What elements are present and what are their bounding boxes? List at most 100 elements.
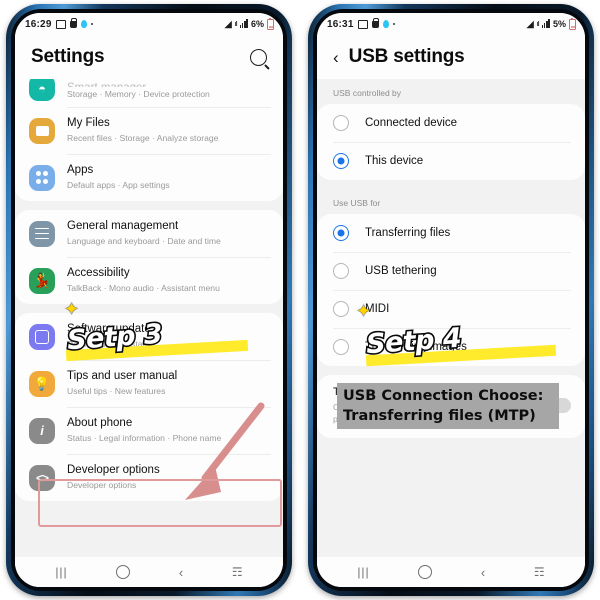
list-item-subtitle: Recent files · Storage · Analyze storage — [67, 133, 219, 143]
battery-percent-label: 5% — [552, 19, 566, 29]
list-item-text: My Files Recent files · Storage · Analyz… — [67, 116, 218, 145]
signal-bars-icon — [541, 19, 550, 28]
list-item-text: Accessibility TalkBack · Mono audio · As… — [67, 266, 220, 295]
home-icon[interactable] — [116, 565, 131, 579]
navigation-bar-left: ||| ‹ ☶ — [15, 557, 283, 587]
radio-label: Transferring files — [365, 227, 451, 239]
gallery-icon — [357, 19, 368, 29]
radio-label: This device — [365, 155, 424, 167]
developer-options-highlight-box — [38, 479, 282, 527]
back-icon[interactable]: ‹ — [481, 565, 485, 580]
status-time: 16:29 — [25, 18, 52, 30]
page-title: Settings — [31, 46, 105, 67]
water-drop-icon — [382, 20, 389, 28]
dot-icon — [392, 22, 396, 26]
signal-bars-icon — [239, 19, 248, 28]
radio-option-transferring-files[interactable]: Transferring files — [317, 214, 585, 252]
home-icon[interactable] — [418, 565, 433, 579]
search-icon[interactable] — [250, 48, 267, 66]
status-right-group: ◢ ıl 5% — [526, 17, 576, 30]
recents-icon[interactable]: ||| — [55, 565, 67, 579]
battery-percent-label: 6% — [250, 19, 264, 29]
smart-manager-icon: ◓ — [29, 79, 55, 101]
list-item-subtitle: Storage · Memory · Device protection — [67, 89, 210, 99]
navigation-bar-right: ||| ‹ ☶ — [317, 557, 585, 587]
list-item-general-management[interactable]: General management Language and keyboard… — [15, 210, 283, 257]
sliders-icon — [29, 220, 55, 247]
right-phone-screen: 16:31 ◢ ıl 5% ‹ USB settings USB control… — [317, 13, 585, 587]
list-item-text: Apps Default apps · App settings — [67, 163, 170, 192]
wifi-icon: ◢ — [526, 18, 534, 29]
list-item-subtitle: Default apps · App settings — [67, 180, 170, 190]
radio-icon[interactable] — [333, 301, 349, 317]
list-item-title: Accessibility — [67, 267, 130, 279]
radio-label: Connected device — [365, 117, 458, 129]
info-icon: i — [29, 417, 55, 444]
appbar-title-group: ‹ USB settings — [333, 46, 465, 68]
folder-icon — [29, 117, 55, 144]
status-left-group: 16:31 — [327, 18, 396, 30]
sim-icon: ıl — [536, 20, 540, 28]
list-item-title: Smart manager — [67, 81, 210, 87]
radio-icon-selected[interactable] — [333, 225, 349, 241]
settings-card-1: ◓ Smart manager Storage · Memory · Devic… — [15, 79, 283, 201]
list-item-title: General management — [67, 220, 179, 232]
right-phone: 16:31 ◢ ıl 5% ‹ USB settings USB control… — [308, 4, 594, 596]
page-title: USB settings — [348, 46, 465, 67]
status-bar-right: 16:31 ◢ ıl 5% — [317, 13, 585, 35]
list-item-title: Tips and user manual — [67, 370, 178, 382]
section-label-usb-controlled-by: USB controlled by — [317, 79, 585, 104]
accessibility-icon[interactable]: ☶ — [534, 565, 545, 579]
software-update-icon — [29, 323, 55, 350]
usb-settings-appbar: ‹ USB settings — [317, 35, 585, 79]
back-arrow-icon[interactable]: ‹ — [333, 49, 339, 66]
wifi-icon: ◢ — [224, 18, 232, 29]
sparkle-icon-right: ✦ — [356, 301, 372, 321]
list-item-subtitle: Language and keyboard · Date and time — [67, 236, 221, 246]
radio-option-usb-tethering[interactable]: USB tethering — [317, 252, 585, 290]
radio-option-this-device[interactable]: This device — [317, 142, 585, 180]
back-icon[interactable]: ‹ — [179, 565, 183, 580]
settings-appbar: Settings — [15, 35, 283, 79]
list-item-title: Apps — [67, 164, 94, 176]
radio-option-connected-device[interactable]: Connected device — [317, 104, 585, 142]
list-item-text: Tips and user manual Useful tips · New f… — [67, 369, 177, 398]
banner-line-1: USB Connection Choose: — [343, 388, 544, 404]
water-drop-icon — [80, 20, 87, 28]
shopping-bag-icon — [371, 18, 380, 28]
list-item-title: Developer options — [67, 464, 160, 476]
recents-icon[interactable]: ||| — [357, 565, 369, 579]
radio-icon[interactable] — [333, 263, 349, 279]
lightbulb-icon: 💡 — [29, 370, 55, 397]
list-item-text: General management Language and keyboard… — [67, 219, 221, 248]
usb-connection-banner: USB Connection Choose: Transferring file… — [337, 383, 559, 429]
accessibility-icon[interactable]: ☶ — [232, 565, 243, 579]
dot-icon — [90, 22, 94, 26]
status-time: 16:31 — [327, 18, 354, 30]
battery-icon — [267, 17, 274, 30]
battery-icon — [569, 17, 576, 30]
list-item-my-files[interactable]: My Files Recent files · Storage · Analyz… — [15, 107, 283, 154]
settings-card-2: General management Language and keyboard… — [15, 210, 283, 304]
radio-icon[interactable] — [333, 339, 349, 355]
usb-controlled-by-card: Connected device This device — [317, 104, 585, 180]
accessibility-person-icon: 💃 — [29, 267, 55, 294]
list-item-accessibility[interactable]: 💃 Accessibility TalkBack · Mono audio · … — [15, 257, 283, 304]
status-bar-left: 16:29 ◢ ıl 6% — [15, 13, 283, 35]
list-item-apps[interactable]: Apps Default apps · App settings — [15, 154, 283, 201]
radio-icon-selected[interactable] — [333, 153, 349, 169]
shopping-bag-icon — [69, 18, 78, 28]
step-4-label: Setp 4 — [363, 321, 463, 362]
radio-icon[interactable] — [333, 115, 349, 131]
status-left-group: 16:29 — [25, 18, 94, 30]
apps-grid-icon — [29, 164, 55, 191]
banner-line-2: Transferring files (MTP) — [343, 408, 536, 424]
list-item-smart-manager[interactable]: ◓ Smart manager Storage · Memory · Devic… — [15, 79, 283, 107]
list-item-subtitle: Useful tips · New features — [67, 386, 166, 396]
section-label-use-usb-for: Use USB for — [317, 189, 585, 214]
gallery-icon — [55, 19, 66, 29]
screenshot-root: 16:29 ◢ ıl 6% Settings ◓ Storage · Memor… — [0, 0, 600, 600]
list-item-title: My Files — [67, 117, 110, 129]
step-3-label: Setp 3 — [64, 317, 164, 358]
sim-icon: ıl — [234, 20, 238, 28]
